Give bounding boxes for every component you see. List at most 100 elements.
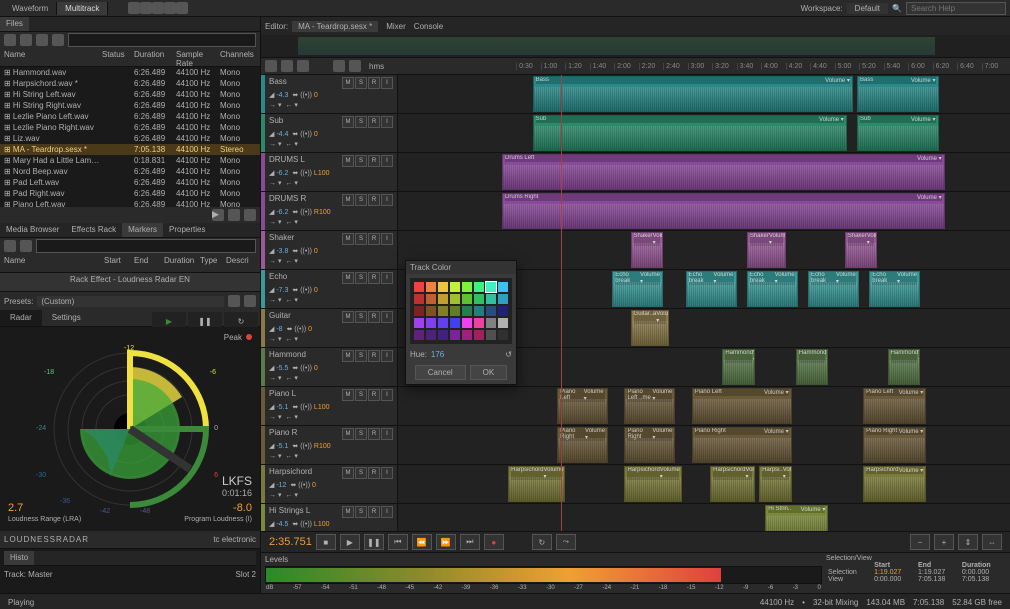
input-button[interactable]: I — [381, 155, 393, 167]
color-swatch[interactable] — [438, 318, 448, 328]
end-button[interactable]: ⏭ — [460, 534, 480, 550]
mute-button[interactable]: M — [342, 272, 354, 284]
play-file-icon[interactable]: ▶ — [212, 209, 224, 221]
color-swatch[interactable] — [438, 330, 448, 340]
solo-button[interactable]: S — [355, 77, 367, 89]
fwd-button[interactable]: ⏩ — [436, 534, 456, 550]
mute-button[interactable]: M — [342, 155, 354, 167]
audio-clip[interactable]: HarpsichordVolume ▾ — [863, 466, 926, 502]
file-row[interactable]: ⊞ Liz.wav6:26.48944100 HzMono — [0, 133, 260, 144]
audio-clip[interactable]: HarpsichordVolume ▾ — [624, 466, 681, 502]
audio-clip[interactable]: HammondVolume ▾ — [796, 349, 829, 385]
del-marker-icon[interactable] — [20, 240, 32, 252]
color-swatch[interactable] — [498, 330, 508, 340]
arm-button[interactable]: R — [368, 467, 380, 479]
color-swatch[interactable] — [486, 294, 496, 304]
solo-button[interactable]: S — [355, 506, 367, 518]
file-row[interactable]: ⊞ Lezlie Piano Left.wav6:26.48944100 HzM… — [0, 111, 260, 122]
mute-button[interactable]: M — [342, 350, 354, 362]
color-swatch[interactable] — [474, 330, 484, 340]
color-swatch[interactable] — [450, 282, 460, 292]
properties-tab[interactable]: Properties — [163, 223, 211, 237]
overview[interactable] — [261, 35, 1010, 58]
arm-button[interactable]: R — [368, 506, 380, 518]
solo-button[interactable]: S — [355, 311, 367, 323]
track-header[interactable]: DRUMS RMSRI ◢ -6.2⬌ ((•)) R100 → ▾← ▾ — [265, 192, 398, 230]
mute-button[interactable]: M — [342, 428, 354, 440]
file-row[interactable]: ⊞ Pad Right.wav6:26.48944100 HzMono — [0, 188, 260, 199]
solo-button[interactable]: S — [355, 389, 367, 401]
waveform-tab[interactable]: Waveform — [4, 2, 57, 15]
track-header[interactable]: Piano LMSRI ◢ -5.1⬌ ((•)) L100 → ▾← ▾ — [265, 387, 398, 425]
markers-tab[interactable]: Markers — [122, 223, 163, 237]
track-lane[interactable]: Piano RightVolume ▾ Piano RightVolume ▾ Pi… — [398, 426, 1010, 464]
color-swatch[interactable] — [414, 318, 424, 328]
marker-filter[interactable] — [36, 239, 256, 253]
color-swatch[interactable] — [426, 282, 436, 292]
mute-button[interactable]: M — [342, 233, 354, 245]
audio-clip[interactable]: Hi Strin..Volume ▾ — [765, 505, 828, 531]
track-header[interactable]: Hi Strings LMSRI ◢ -4.5⬌ ((•)) L100 → ▾←… — [265, 504, 398, 531]
track-header[interactable]: DRUMS LMSRI ◢ -6.2⬌ ((•)) L100 → ▾← ▾ — [265, 153, 398, 191]
settings-tab[interactable]: Settings — [42, 310, 91, 326]
color-swatch[interactable] — [498, 282, 508, 292]
color-swatch[interactable] — [462, 294, 472, 304]
workspace-value[interactable]: Default — [847, 3, 888, 14]
media-browser-tab[interactable]: Media Browser — [0, 223, 65, 237]
tool-icon[interactable] — [128, 2, 140, 14]
color-swatch[interactable] — [426, 318, 436, 328]
solo-button[interactable]: S — [355, 272, 367, 284]
file-row[interactable]: ⊞ Hi String Right.wav6:26.48944100 HzMon… — [0, 100, 260, 111]
radar-tab[interactable]: Radar — [0, 310, 42, 326]
audio-clip[interactable]: Echo breakVolume ▾ — [686, 271, 737, 307]
file-row[interactable]: ⊞ MA - Teardrop.sesx *7:05.13844100 HzSt… — [0, 144, 260, 155]
audio-clip[interactable]: Echo breakVolume ▾ — [747, 271, 798, 307]
input-button[interactable]: I — [381, 506, 393, 518]
solo-button[interactable]: S — [355, 155, 367, 167]
color-swatch[interactable] — [426, 306, 436, 316]
audio-clip[interactable]: Piano RightVolume ▾ — [692, 427, 792, 463]
arm-button[interactable]: R — [368, 155, 380, 167]
color-swatch[interactable] — [498, 306, 508, 316]
audio-clip[interactable]: Drums LeftVolume ▾ — [502, 154, 945, 190]
audio-clip[interactable]: Harpsi..Volume ▾ — [759, 466, 792, 502]
color-swatch[interactable] — [426, 330, 436, 340]
mute-button[interactable]: M — [342, 116, 354, 128]
console-tab[interactable]: Console — [414, 22, 443, 31]
track-lane[interactable]: Drums RightVolume ▾ — [398, 192, 1010, 230]
preset-del-icon[interactable] — [244, 295, 256, 307]
audio-clip[interactable]: Piano LeftVolume ▾ — [557, 388, 608, 424]
audio-clip[interactable]: Piano RightVolume ▾ — [624, 427, 675, 463]
file-row[interactable]: ⊞ Hammond.wav6:26.48944100 HzMono — [0, 67, 260, 78]
col-channels[interactable]: Channels — [220, 50, 256, 64]
arm-button[interactable]: R — [368, 389, 380, 401]
audio-clip[interactable]: ShakerVolume ▾ — [631, 232, 664, 268]
color-swatch[interactable] — [462, 330, 472, 340]
audio-clip[interactable]: Piano RightVolume ▾ — [557, 427, 608, 463]
auto-icon[interactable] — [244, 209, 256, 221]
file-row[interactable]: ⊞ Harpsichord.wav *6:26.48944100 HzMono — [0, 78, 260, 89]
gear-icon[interactable] — [52, 34, 64, 46]
file-list[interactable]: ⊞ Hammond.wav6:26.48944100 HzMono⊞ Harps… — [0, 67, 260, 207]
color-swatch[interactable] — [462, 306, 472, 316]
track-header[interactable]: BassMSRI ◢ -4.3⬌ ((•)) 0 → ▾← ▾ — [265, 75, 398, 113]
zoom-out-icon[interactable]: − — [910, 534, 930, 550]
arm-button[interactable]: R — [368, 428, 380, 440]
color-swatch[interactable] — [450, 330, 460, 340]
track-lane[interactable]: BassVolume ▾BassVolume ▾ — [398, 75, 1010, 113]
track-header[interactable]: HammondMSRI ◢ -5.5⬌ ((•)) 0 → ▾← ▾ — [265, 348, 398, 386]
mute-button[interactable]: M — [342, 389, 354, 401]
play-button[interactable]: ▶ — [340, 534, 360, 550]
zoom-v-icon[interactable]: ⇕ — [958, 534, 978, 550]
mute-button[interactable]: M — [342, 506, 354, 518]
arm-button[interactable]: R — [368, 233, 380, 245]
color-swatch[interactable] — [414, 282, 424, 292]
color-swatch[interactable] — [486, 306, 496, 316]
audio-clip[interactable]: Piano RightVolume ▾ — [863, 427, 926, 463]
col-status[interactable]: Status — [102, 50, 134, 64]
track-lane[interactable]: Hi Strin..Volume ▾ — [398, 504, 1010, 531]
solo-button[interactable]: S — [355, 350, 367, 362]
hue-value[interactable]: 176 — [431, 350, 444, 359]
mute-button[interactable]: M — [342, 194, 354, 206]
color-swatch[interactable] — [438, 294, 448, 304]
